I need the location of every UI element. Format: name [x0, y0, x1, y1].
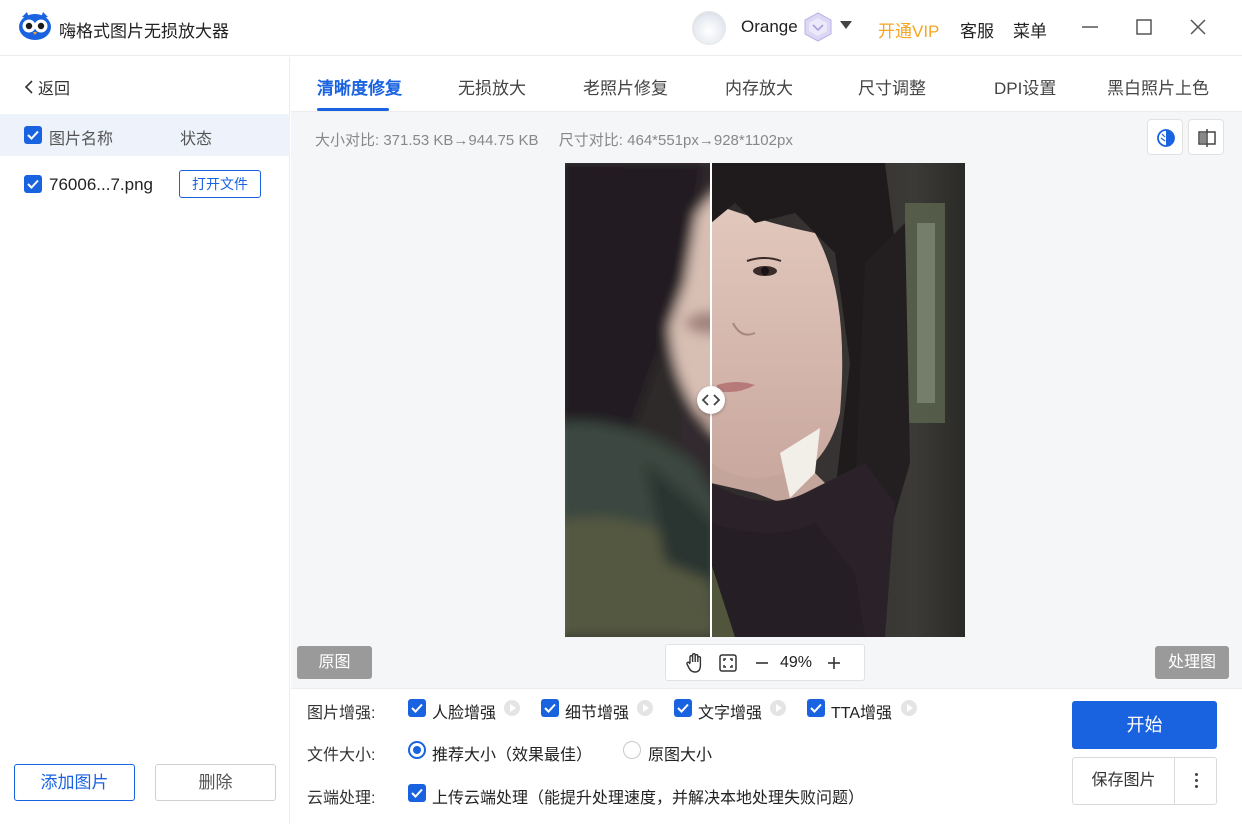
save-image-button[interactable]: 保存图片 — [1073, 758, 1175, 804]
enhance-label: 图片增强: — [307, 705, 376, 722]
sidebar: 返回 图片名称 状态 76006...7.png 打开文件 添加图片 删除 — [0, 57, 290, 824]
tab-dpi-settings[interactable]: DPI设置 — [994, 74, 1056, 99]
face-enhance-label[interactable]: 人脸增强 — [432, 699, 496, 723]
menu-link[interactable]: 菜单 — [1013, 17, 1047, 42]
more-options-icon[interactable] — [1176, 758, 1216, 804]
dimension-compare: 尺寸对比: 464*551px→928*1102px — [558, 132, 793, 149]
file-list-item[interactable]: 76006...7.png 打开文件 — [0, 164, 290, 204]
cloud-process-checkbox[interactable] — [408, 784, 426, 802]
file-name: 76006...7.png — [49, 175, 153, 194]
open-file-button[interactable]: 打开文件 — [179, 170, 261, 198]
original-size-label[interactable]: 原图大小 — [648, 741, 712, 765]
chevron-left-icon — [24, 80, 33, 94]
main-panel: 清晰度修复 无损放大 老照片修复 内存放大 尺寸调整 DPI设置 黑白照片上色 … — [291, 57, 1242, 824]
zoom-in-icon[interactable] — [826, 653, 842, 678]
save-button-group: 保存图片 — [1072, 757, 1217, 805]
select-all-checkbox[interactable] — [24, 126, 42, 144]
detail-enhance-checkbox[interactable] — [541, 699, 559, 717]
tab-memory-upscale[interactable]: 内存放大 — [725, 74, 793, 99]
detail-enhance-label[interactable]: 细节增强 — [565, 699, 629, 723]
column-header-status: 状态 — [180, 131, 213, 148]
zoom-level: 49% — [780, 654, 813, 671]
maximize-icon[interactable] — [1131, 14, 1157, 40]
start-button[interactable]: 开始 — [1072, 701, 1217, 749]
tab-size-adjust[interactable]: 尺寸调整 — [858, 74, 926, 99]
processed-label: 处理图 — [1155, 646, 1229, 679]
text-enhance-label[interactable]: 文字增强 — [698, 699, 762, 723]
filesize-label: 文件大小: — [307, 747, 376, 764]
tta-enhance-checkbox[interactable] — [807, 699, 825, 717]
tta-enhance-label[interactable]: TTA增强 — [831, 699, 892, 723]
tta-enhance-info-icon[interactable] — [901, 700, 917, 716]
tab-old-photo-repair[interactable]: 老照片修复 — [583, 74, 668, 99]
tab-clarity-repair[interactable]: 清晰度修复 — [317, 74, 402, 99]
close-icon[interactable] — [1185, 14, 1211, 40]
cloud-process-label[interactable]: 上传云端处理（能提升处理速度，并解决本地处理失败问题） — [432, 784, 864, 808]
original-image — [565, 163, 711, 637]
comparison-viewer[interactable] — [565, 163, 965, 637]
user-avatar[interactable] — [692, 11, 726, 45]
compare-mode-icon[interactable] — [1147, 119, 1183, 155]
app-logo-icon — [18, 11, 52, 41]
column-header-name: 图片名称 — [49, 131, 114, 148]
text-enhance-info-icon[interactable] — [770, 700, 786, 716]
file-list-header: 图片名称 状态 — [0, 114, 290, 156]
file-checkbox[interactable] — [24, 175, 42, 193]
add-image-button[interactable]: 添加图片 — [14, 764, 135, 801]
vip-badge-icon — [803, 12, 833, 42]
active-tab-indicator — [317, 108, 389, 111]
back-label: 返回 — [38, 81, 71, 98]
app-title: 嗨格式图片无损放大器 — [59, 22, 229, 41]
processed-image — [711, 163, 965, 637]
options-panel: 图片增强: 人脸增强 细节增强 文字增强 TTA增强 文件大小: 推荐大小（效果… — [291, 688, 1242, 824]
original-size-radio[interactable] — [623, 741, 641, 759]
vip-upgrade-link[interactable]: 开通VIP — [878, 17, 939, 42]
size-compare-info: 大小对比: 371.53 KB→944.75 KB 尺寸对比: 464*551p… — [315, 129, 793, 150]
customer-service-link[interactable]: 客服 — [960, 17, 994, 42]
recommended-size-label[interactable]: 推荐大小（效果最佳） — [432, 741, 592, 765]
recommended-size-radio[interactable] — [408, 741, 426, 759]
title-bar: 嗨格式图片无损放大器 Orange 开通VIP 客服 菜单 — [0, 0, 1242, 56]
fit-screen-icon[interactable] — [718, 653, 738, 678]
zoom-out-icon[interactable] — [754, 653, 770, 678]
zoom-toolbar: 49% — [665, 644, 865, 681]
file-size-compare: 大小对比: 371.53 KB→944.75 KB — [315, 132, 539, 149]
text-enhance-checkbox[interactable] — [674, 699, 692, 717]
minimize-icon[interactable] — [1077, 14, 1103, 40]
tab-colorize[interactable]: 黑白照片上色 — [1107, 74, 1209, 99]
split-handle-icon[interactable] — [697, 386, 725, 414]
hand-pan-icon[interactable] — [684, 652, 706, 679]
delete-button[interactable]: 删除 — [155, 764, 276, 801]
back-button[interactable]: 返回 — [24, 75, 70, 99]
cloud-label: 云端处理: — [307, 790, 376, 807]
user-name[interactable]: Orange — [741, 17, 798, 37]
detail-enhance-info-icon[interactable] — [637, 700, 653, 716]
split-view-icon[interactable] — [1188, 119, 1224, 155]
original-label: 原图 — [297, 646, 372, 679]
feature-tabs: 清晰度修复 无损放大 老照片修复 内存放大 尺寸调整 DPI设置 黑白照片上色 — [291, 57, 1242, 112]
tab-lossless-upscale[interactable]: 无损放大 — [458, 74, 526, 99]
user-menu-caret-icon[interactable] — [840, 21, 852, 29]
face-enhance-checkbox[interactable] — [408, 699, 426, 717]
face-enhance-info-icon[interactable] — [504, 700, 520, 716]
